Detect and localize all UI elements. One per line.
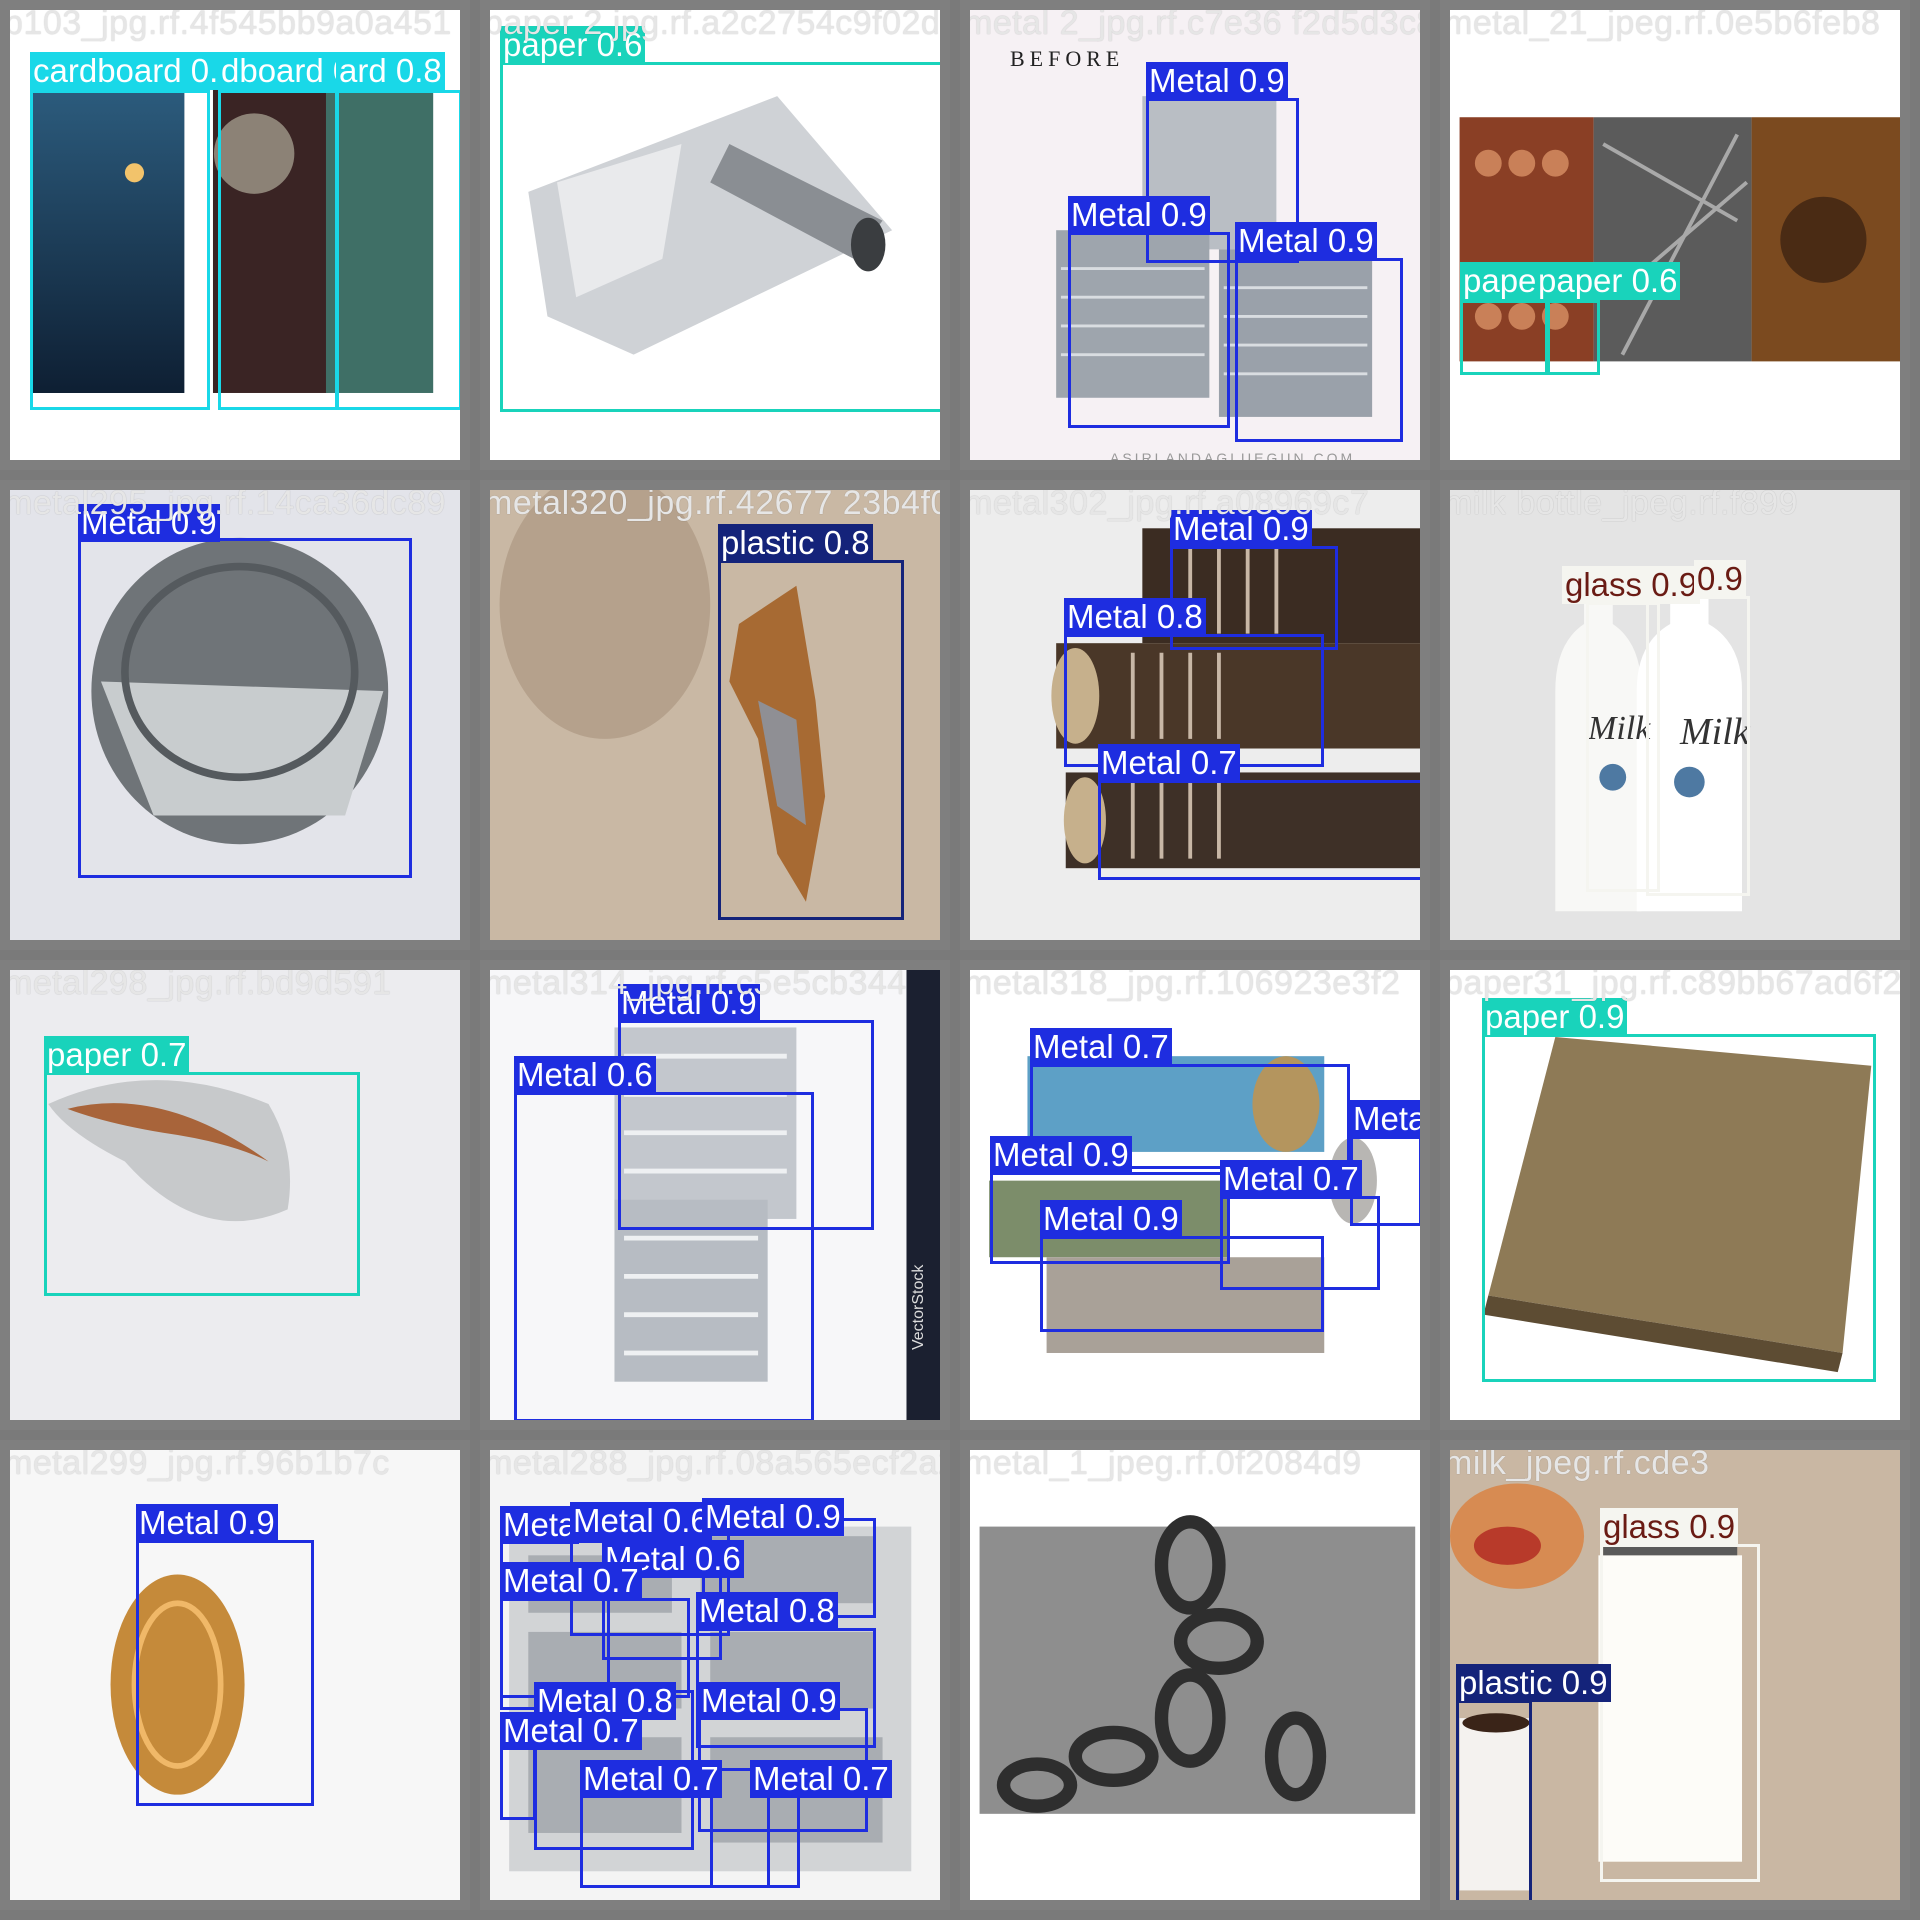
detection-label: Metal 0.9 bbox=[136, 1504, 278, 1542]
bbox-cardboard bbox=[30, 90, 210, 410]
filename-label: milk bottle_jpeg.rf.f899 bbox=[1444, 484, 1799, 522]
image-footer: ASIRLANDAGLUEGUN.COM bbox=[1110, 450, 1356, 466]
bbox-glass bbox=[1646, 596, 1750, 896]
detection-label: Metal 0.9 bbox=[1235, 222, 1377, 260]
detection-label: Metal 0.7 bbox=[1098, 744, 1240, 782]
detection-label: Metal 0.9 bbox=[990, 1136, 1132, 1174]
tile-chain: metal_1_jpeg.rf.0f2084d9 bbox=[960, 1440, 1430, 1910]
tile-stockcans: metal314_jpg.rf.c5e5cb344 VectorStock Me… bbox=[480, 960, 950, 1430]
detection-label: paper 0.6 bbox=[1535, 262, 1681, 300]
bbox-plastic bbox=[1456, 1700, 1532, 1900]
detection-label: Metal 0.9 bbox=[1068, 196, 1210, 234]
filename-label: paper 2 jpg.rf.a2c2754c9f02de bbox=[484, 4, 950, 42]
tile-labeledcans: metal318_jpg.rf.106923e3f2 Metal 0.7 Met… bbox=[960, 960, 1430, 1430]
photo-chain bbox=[970, 1450, 1420, 1900]
filename-label: metal_21_jpeg.rf.0e5b6feb8 bbox=[1444, 4, 1881, 42]
detection-label: Metal 0.6 bbox=[1350, 1100, 1420, 1138]
bbox-metal bbox=[1098, 780, 1420, 880]
photo-scrap bbox=[1450, 10, 1900, 460]
detection-label: Metal 0.7 bbox=[500, 1562, 642, 1600]
filename-label: metal288_jpg.rf.08a565ecf2a2 bbox=[484, 1444, 950, 1482]
bbox-glass bbox=[1600, 1544, 1760, 1882]
filename-label: metal299_jpg.rf.96b1b7c bbox=[4, 1444, 390, 1482]
tile-lid: metal295_jpg.rf.14ca36dc89 Metal 0.9 bbox=[0, 480, 470, 950]
detection-label: glass 0.9 bbox=[1600, 1508, 1739, 1546]
detection-label: Metal 0.7 bbox=[1030, 1028, 1172, 1066]
image-caption: BEFORE bbox=[1010, 46, 1125, 71]
tile-milk: milk bottle_jpeg.rf.f899 Milk Milk glass… bbox=[1440, 480, 1910, 950]
detection-label: Meta bbox=[500, 1506, 580, 1544]
filename-label: metal302_jpg.rf.a08969c7 bbox=[964, 484, 1370, 522]
tile-oldbook: paper31_jpg.rf.c89bb67ad6f2b paper 0.9 bbox=[1440, 960, 1910, 1430]
bbox-paper bbox=[1482, 1034, 1876, 1382]
detection-label: Metal 0.7 bbox=[500, 1712, 642, 1750]
detection-label: Metal 0.9 bbox=[702, 1498, 844, 1536]
filename-label: metal320_jpg.rf.42677 23b4f05 bbox=[484, 484, 950, 522]
detection-label: Metal 0.9 bbox=[698, 1682, 840, 1720]
detection-label: Metal 0.7 bbox=[750, 1760, 892, 1798]
bbox-plastic bbox=[718, 560, 904, 920]
watermark: VectorStock bbox=[910, 1264, 927, 1350]
detection-label: Metal 0.6 bbox=[514, 1056, 656, 1094]
tile-foil: paper 2 jpg.rf.a2c2754c9f02de paper 0.6 bbox=[480, 0, 950, 470]
detection-label: Metal 0.9 bbox=[1040, 1200, 1182, 1238]
detection-label: cardboard 0.6 bbox=[30, 52, 240, 90]
bbox-metal bbox=[78, 538, 412, 878]
tile-scrap: metal_21_jpeg.rf.0e5b6feb8 pape paper 0.… bbox=[1440, 0, 1910, 470]
detection-label: paper 0.9 bbox=[1482, 998, 1628, 1036]
bbox-metal bbox=[1040, 1236, 1324, 1332]
bbox-paper bbox=[1460, 300, 1550, 375]
bbox-cardboard bbox=[218, 90, 338, 410]
filename-label: metal318_jpg.rf.106923e3f2 bbox=[964, 964, 1401, 1002]
tile-bentlid: metal298_jpg.rf.bd9d591 paper 0.7 bbox=[0, 960, 470, 1430]
tile-cans: metal 2_jpg.rf.c7e36 f2d5d3c8612 BEFORE … bbox=[960, 0, 1430, 470]
detection-label: ard 0.8 bbox=[336, 52, 445, 90]
filename-label: metal 2_jpg.rf.c7e36 f2d5d3c8612 bbox=[964, 4, 1420, 42]
bbox-metal bbox=[1235, 258, 1403, 442]
detection-label: Metal 0.7 bbox=[580, 1760, 722, 1798]
filename-label: metal314_jpg.rf.c5e5cb344 bbox=[484, 964, 907, 1002]
detection-label: Metal 0.8 bbox=[696, 1592, 838, 1630]
filename-label: paper31_jpg.rf.c89bb67ad6f2b bbox=[1444, 964, 1910, 1002]
detection-label: Metal 0.6 bbox=[570, 1502, 712, 1540]
bbox-paper bbox=[1545, 300, 1600, 375]
bbox-metal bbox=[136, 1540, 314, 1806]
detection-label: pape bbox=[1460, 262, 1540, 300]
filename-label: metal298_jpg.rf.bd9d591 bbox=[4, 964, 392, 1002]
detection-label: Metal 0.9 bbox=[1146, 62, 1288, 100]
bbox-paper bbox=[500, 62, 940, 412]
tile-cantubes: metal302_jpg.rf.a08969c7 Metal 0.9 Metal… bbox=[960, 480, 1430, 950]
filename-label: p103_jpg.rf.4f545bb9a0a451 bbox=[4, 4, 452, 42]
tile-goldlid: metal299_jpg.rf.96b1b7c Metal 0.9 bbox=[0, 1440, 470, 1910]
filename-label: metal_1_jpeg.rf.0f2084d9 bbox=[964, 1444, 1362, 1482]
bbox-metal bbox=[514, 1092, 814, 1420]
tile-pile: metal288_jpg.rf.08a565ecf2a2 Meta Metal … bbox=[480, 1440, 950, 1910]
filename-label: metal295_jpg.rf.14ca36dc89 bbox=[4, 484, 447, 522]
detection-label: plastic 0.9 bbox=[1456, 1664, 1611, 1702]
detection-label: glass 0.9 bbox=[1562, 566, 1701, 604]
detection-label: Metal 0.8 bbox=[1064, 598, 1206, 636]
filename-label: milk_jpeg.rf.cde3 bbox=[1444, 1444, 1710, 1482]
tile-books: p103_jpg.rf.4f545bb9a0a451 cardboard 0.6… bbox=[0, 0, 470, 470]
tile-milkjar: milk_jpeg.rf.cde3 glass 0.9 plastic 0.9 bbox=[1440, 1440, 1910, 1910]
detection-label: paper 0.7 bbox=[44, 1036, 190, 1074]
bbox-cardboard bbox=[336, 90, 460, 410]
detection-label: plastic 0.8 bbox=[718, 524, 873, 562]
tile-wrapper: metal320_jpg.rf.42677 23b4f05 plastic 0.… bbox=[480, 480, 950, 950]
bbox-paper bbox=[44, 1072, 360, 1296]
bbox-metal bbox=[1068, 232, 1230, 428]
detection-label: Metal 0.7 bbox=[1220, 1160, 1362, 1198]
detection-label: 0.9 bbox=[1694, 560, 1746, 598]
